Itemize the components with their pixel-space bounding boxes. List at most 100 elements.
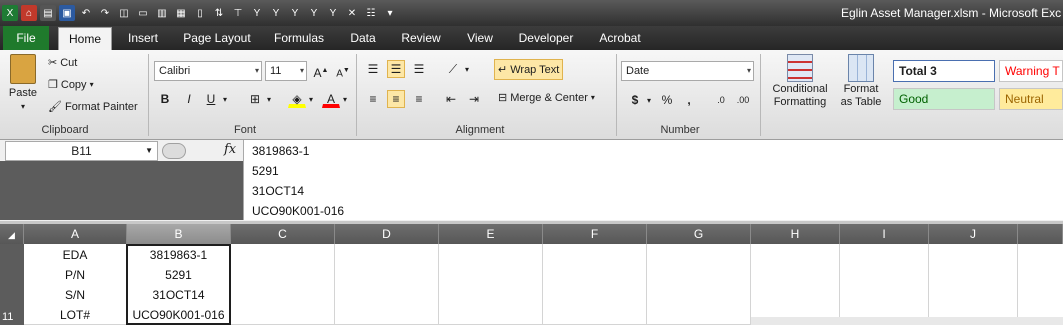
- chevron-down-icon: ▾: [309, 94, 314, 104]
- percent-button[interactable]: %: [658, 91, 676, 109]
- paint-bucket-icon: ◈: [288, 90, 306, 108]
- column-header-g[interactable]: G: [647, 224, 751, 244]
- name-box[interactable]: B11 ▼: [5, 141, 158, 161]
- worksheet-grid[interactable]: ◢ A B C D E F G H I J 11 EDA P/N S/N LOT…: [0, 221, 1063, 325]
- underline-button[interactable]: U ▾: [202, 90, 227, 108]
- paste-button[interactable]: Paste ▾: [6, 54, 40, 114]
- format-painter-button[interactable]: 🖌 Format Painter: [48, 100, 138, 114]
- formula-input[interactable]: 3819863-1 5291 31OCT14 UCO90K001-016: [243, 140, 1063, 220]
- select-all-corner[interactable]: ◢: [0, 224, 24, 244]
- conditional-formatting-button[interactable]: Conditional Formatting: [766, 54, 834, 120]
- open-icon[interactable]: ▭: [135, 5, 151, 21]
- orientation-button[interactable]: ⟋ ▾: [444, 60, 469, 78]
- align-left-button[interactable]: ≡: [364, 90, 382, 108]
- column-header-i[interactable]: I: [840, 224, 929, 244]
- save-icon[interactable]: ▣: [59, 5, 75, 21]
- column-header-d[interactable]: D: [335, 224, 439, 244]
- customize-qat-icon[interactable]: ▾: [382, 5, 398, 21]
- filter-reapply-icon[interactable]: Y: [306, 5, 322, 21]
- tree-icon[interactable]: ⊤: [230, 5, 246, 21]
- bold-button[interactable]: B: [156, 90, 174, 108]
- tab-data[interactable]: Data: [342, 26, 384, 50]
- column-header-e[interactable]: E: [439, 224, 543, 244]
- cell-a11-line: LOT#: [59, 308, 90, 322]
- column-header-j[interactable]: J: [929, 224, 1018, 244]
- gridline: [438, 244, 439, 325]
- filter-clear-icon[interactable]: Y: [268, 5, 284, 21]
- indent-icon: ⇥: [468, 92, 480, 106]
- undo-icon[interactable]: ↶: [78, 5, 94, 21]
- print-icon[interactable]: ▤: [40, 5, 56, 21]
- number-format-combo[interactable]: Date ▾: [621, 61, 754, 81]
- align-bottom-button[interactable]: ☰: [410, 60, 428, 78]
- borders-button[interactable]: ⊞ ▾: [246, 90, 271, 108]
- home-icon[interactable]: ⌂: [21, 5, 37, 21]
- excel-app-icon[interactable]: X: [2, 5, 18, 21]
- tab-developer[interactable]: Developer: [512, 26, 580, 50]
- align-top-button[interactable]: ☰: [364, 60, 382, 78]
- align-center-button[interactable]: ≡: [387, 90, 405, 108]
- filter-check-icon[interactable]: Y: [325, 5, 341, 21]
- tab-view[interactable]: View: [458, 26, 502, 50]
- tab-file[interactable]: File: [3, 26, 49, 50]
- formula-line: UCO90K001-016: [252, 204, 345, 218]
- style-good[interactable]: Good: [893, 88, 995, 110]
- column-header-c[interactable]: C: [231, 224, 335, 244]
- align-middle-button[interactable]: ☰: [387, 60, 405, 78]
- gridline: [334, 244, 335, 325]
- cell-b11-line: 3819863-1: [149, 248, 208, 262]
- font-size-combo[interactable]: 11 ▾: [265, 61, 307, 81]
- quick-access-toolbar: X ⌂ ▤ ▣ ↶ ↷ ◫ ▭ ▥ ▦ ▯ ⇅ ⊤ Y Y Y Y Y ✕ ☷ …: [2, 3, 398, 23]
- print-preview-icon[interactable]: ◫: [116, 5, 132, 21]
- expand-handle-icon[interactable]: [162, 143, 186, 159]
- redo-icon[interactable]: ↷: [97, 5, 113, 21]
- comma-button[interactable]: ,: [680, 91, 698, 109]
- insert-function-icon[interactable]: fx: [224, 142, 236, 157]
- decrease-indent-button[interactable]: ⇤: [442, 90, 460, 108]
- clipboard-icon[interactable]: ▦: [173, 5, 189, 21]
- column-header-h[interactable]: H: [751, 224, 840, 244]
- tab-insert[interactable]: Insert: [120, 26, 166, 50]
- column-header-a[interactable]: A: [24, 224, 127, 244]
- font-name-combo[interactable]: Calibri ▾: [154, 61, 262, 81]
- freeze-icon[interactable]: ✕: [344, 5, 360, 21]
- align-middle-icon: ☰: [387, 60, 405, 78]
- fill-color-button[interactable]: ◈ ▾: [288, 90, 313, 108]
- gridline: [928, 244, 929, 325]
- tab-review[interactable]: Review: [396, 26, 446, 50]
- grid-icon[interactable]: ☷: [363, 5, 379, 21]
- tab-formulas[interactable]: Formulas: [268, 26, 330, 50]
- cell-b11-line: 5291: [165, 268, 192, 282]
- gridline: [1017, 244, 1018, 325]
- style-warning[interactable]: Warning T: [999, 60, 1063, 82]
- currency-button[interactable]: $ ▾: [626, 91, 651, 109]
- row-header-11[interactable]: 11: [0, 244, 24, 325]
- increase-indent-button[interactable]: ⇥: [465, 90, 483, 108]
- outdent-icon: ⇤: [445, 92, 457, 106]
- italic-button[interactable]: I: [180, 90, 198, 108]
- style-total3[interactable]: Total 3: [893, 60, 995, 82]
- column-header-k[interactable]: [1018, 224, 1063, 244]
- format-as-table-button[interactable]: Format as Table: [836, 54, 886, 120]
- align-right-button[interactable]: ≡: [410, 90, 428, 108]
- cut-button[interactable]: ✂ Cut: [48, 56, 77, 70]
- filter-advanced-icon[interactable]: Y: [287, 5, 303, 21]
- sort-icon[interactable]: ⇅: [211, 5, 227, 21]
- increase-font-button[interactable]: A▲: [312, 62, 330, 80]
- decrease-font-button[interactable]: A▼: [334, 62, 352, 80]
- decrease-decimal-button[interactable]: .00: [734, 91, 752, 109]
- copy-button[interactable]: ❐ Copy ▾: [48, 78, 94, 92]
- font-color-button[interactable]: A ▾: [322, 90, 347, 108]
- tab-acrobat[interactable]: Acrobat: [592, 26, 648, 50]
- print-setup-icon[interactable]: ▥: [154, 5, 170, 21]
- new-doc-icon[interactable]: ▯: [192, 5, 208, 21]
- column-header-f[interactable]: F: [543, 224, 647, 244]
- tab-home[interactable]: Home: [58, 27, 112, 51]
- merge-center-button[interactable]: ⊟ Merge & Center ▾: [498, 91, 595, 105]
- filter-icon[interactable]: Y: [249, 5, 265, 21]
- column-header-b[interactable]: B: [127, 224, 231, 244]
- tab-page-layout[interactable]: Page Layout: [178, 26, 256, 50]
- increase-decimal-button[interactable]: .0: [712, 91, 730, 109]
- style-neutral[interactable]: Neutral: [999, 88, 1063, 110]
- wrap-text-button[interactable]: ↵ Wrap Text: [494, 59, 564, 80]
